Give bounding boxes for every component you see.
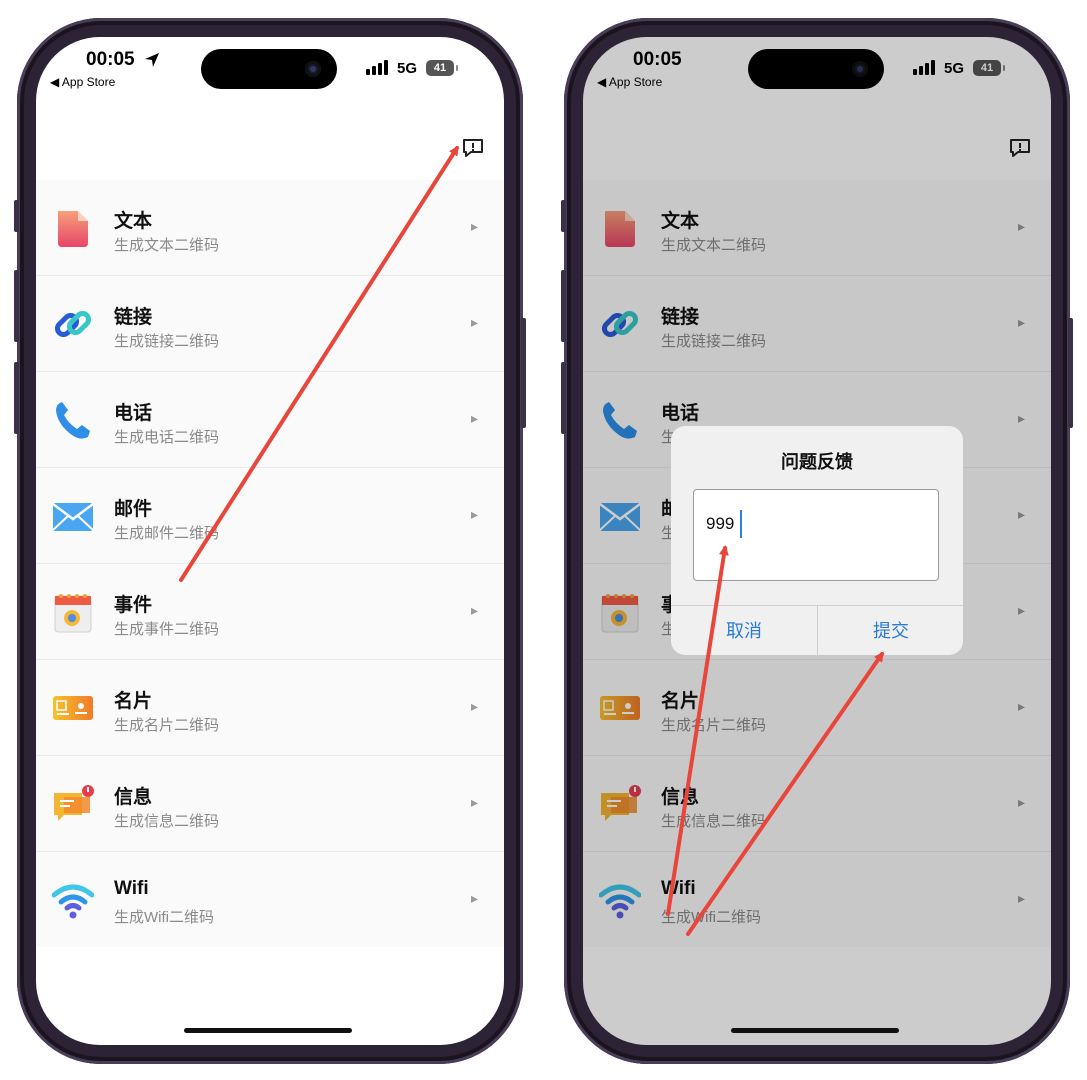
list-item-subtitle: 生成信息二维码 <box>114 813 220 830</box>
list-item-subtitle: 生成邮件二维码 <box>114 525 220 542</box>
chevron-right-icon: ▸ <box>470 218 478 234</box>
mail-icon <box>52 495 94 537</box>
chevron-right-icon: ▸ <box>470 314 478 330</box>
chevron-right-icon: ▸ <box>470 794 478 810</box>
volume-down-button <box>14 362 19 434</box>
list-item-title: 邮件 <box>114 499 153 520</box>
message-icon <box>52 783 94 825</box>
status-time: 00:05 <box>86 49 135 70</box>
back-to-app-store-link[interactable]: ◀ App Store <box>50 75 115 89</box>
submit-button[interactable]: 提交 <box>818 606 964 656</box>
battery-icon: 41 <box>426 60 458 76</box>
chevron-right-icon: ▸ <box>470 890 478 906</box>
list-item-wifi[interactable]: Wifi 生成Wifi二维码 ▸ <box>36 852 504 947</box>
chevron-right-icon: ▸ <box>470 698 478 714</box>
screen-left: 00:05 ◀ App Store 5G 41 文本 生成文本二维码 ▸ 链接 … <box>36 37 504 1045</box>
volume-up-button <box>561 270 566 342</box>
list-item-title: 事件 <box>114 595 153 616</box>
location-arrow-icon <box>144 52 160 73</box>
cancel-button[interactable]: 取消 <box>671 606 818 656</box>
list-item-subtitle: 生成电话二维码 <box>114 429 220 446</box>
list-item-subtitle: 生成名片二维码 <box>114 717 220 734</box>
dialog-title: 问题反馈 <box>781 452 853 472</box>
chevron-right-icon: ▸ <box>470 506 478 522</box>
volume-down-button <box>561 362 566 434</box>
action-button <box>14 200 19 232</box>
camera-icon <box>305 61 321 77</box>
list-item-text[interactable]: 文本 生成文本二维码 ▸ <box>36 180 504 276</box>
home-indicator <box>184 1028 352 1033</box>
feedback-icon[interactable] <box>462 138 484 158</box>
dynamic-island <box>201 49 337 89</box>
phone-frame-right: 00:05 ◀ App Store 5G 41 文本 生成文本二维码 ▸ 链接 … <box>561 18 1073 1064</box>
dialog-buttons: 取消 提交 <box>671 605 963 656</box>
chevron-right-icon: ▸ <box>470 410 478 426</box>
list-item-event[interactable]: 事件 生成事件二维码 ▸ <box>36 564 504 660</box>
wifi-icon <box>51 879 95 921</box>
list-item-mail[interactable]: 邮件 生成邮件二维码 ▸ <box>36 468 504 564</box>
feedback-dialog: 问题反馈 999 取消 提交 <box>671 426 963 656</box>
feedback-input-value: 999 <box>706 514 735 533</box>
action-button <box>561 200 566 232</box>
list-item-subtitle: 生成文本二维码 <box>114 237 220 254</box>
list-item-link[interactable]: 链接 生成链接二维码 ▸ <box>36 276 504 372</box>
cellular-signal-icon <box>366 59 392 75</box>
link-icon <box>52 303 94 345</box>
list-item-message[interactable]: 信息 生成信息二维码 ▸ <box>36 756 504 852</box>
list-item-subtitle: 生成事件二维码 <box>114 621 220 638</box>
network-type: 5G <box>397 60 418 77</box>
power-button <box>1068 318 1073 428</box>
list-item-title: Wifi <box>114 878 149 899</box>
text-cursor <box>740 510 742 538</box>
feedback-input[interactable]: 999 <box>693 489 939 581</box>
volume-up-button <box>14 270 19 342</box>
list-item-title: 电话 <box>114 403 153 424</box>
phone-frame-left: 00:05 ◀ App Store 5G 41 文本 生成文本二维码 ▸ 链接 … <box>14 18 526 1064</box>
list-item-title: 名片 <box>114 691 153 712</box>
power-button <box>521 318 526 428</box>
list-item-phone[interactable]: 电话 生成电话二维码 ▸ <box>36 372 504 468</box>
list-item-subtitle: 生成链接二维码 <box>114 333 220 350</box>
list-item-title: 信息 <box>114 787 153 808</box>
list-item-business-card[interactable]: 名片 生成名片二维码 ▸ <box>36 660 504 756</box>
chevron-right-icon: ▸ <box>470 602 478 618</box>
business-card-icon <box>52 687 94 729</box>
qr-type-list: 文本 生成文本二维码 ▸ 链接 生成链接二维码 ▸ 电话 生成电话二维码 ▸ 邮… <box>36 180 504 947</box>
document-icon <box>52 207 94 249</box>
list-item-title: 文本 <box>114 211 153 232</box>
screen-right: 00:05 ◀ App Store 5G 41 文本 生成文本二维码 ▸ 链接 … <box>583 37 1051 1045</box>
phone-icon <box>52 399 94 441</box>
list-item-subtitle: 生成Wifi二维码 <box>114 909 214 926</box>
list-item-title: 链接 <box>114 307 153 328</box>
calendar-icon <box>52 591 94 633</box>
home-indicator <box>731 1028 899 1033</box>
